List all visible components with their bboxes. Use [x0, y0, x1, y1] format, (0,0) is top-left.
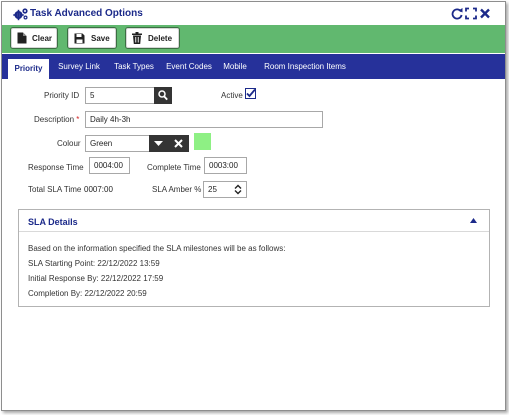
- task-advanced-options-dialog: Task Advanced Options Clear Save Delete …: [1, 1, 506, 411]
- colour-label: Colour: [57, 139, 81, 148]
- save-button[interactable]: Save: [67, 27, 117, 49]
- tab-event-codes[interactable]: Event Codes: [163, 54, 215, 79]
- delete-button[interactable]: Delete: [125, 27, 180, 49]
- description-input[interactable]: Daily 4h-3h: [85, 111, 323, 128]
- response-time-input[interactable]: 0004:00: [89, 157, 130, 174]
- gears-icon: [13, 8, 28, 21]
- toolbar: Clear Save Delete: [2, 25, 505, 53]
- clear-button[interactable]: Clear: [10, 27, 58, 49]
- description-label-text: Description: [34, 115, 75, 124]
- document-icon: [17, 32, 27, 44]
- expand-icon[interactable]: [465, 7, 477, 20]
- active-checkbox[interactable]: [245, 88, 256, 99]
- sla-completion: Completion By: 22/12/2022 20:59: [28, 289, 147, 298]
- total-sla-value: 0007:00: [84, 185, 113, 194]
- priority-id-input[interactable]: 5: [85, 87, 155, 104]
- search-icon: [158, 90, 168, 101]
- delete-button-label: Delete: [148, 34, 173, 43]
- trash-icon: [132, 32, 142, 44]
- refresh-icon[interactable]: [451, 7, 463, 20]
- complete-time-input[interactable]: 0003:00: [204, 157, 247, 174]
- sla-amber-spinner[interactable]: [234, 184, 242, 195]
- sla-amber-label: SLA Amber %: [152, 185, 202, 194]
- sla-starting-point: SLA Starting Point: 22/12/2022 13:59: [28, 259, 160, 268]
- title-bar: Task Advanced Options: [2, 2, 505, 26]
- colour-dropdown-button[interactable]: [149, 135, 168, 152]
- sla-details-title: SLA Details: [28, 217, 78, 227]
- sla-initial-response: Initial Response By: 22/12/2022 17:59: [28, 274, 164, 283]
- tab-task-types[interactable]: Task Types: [109, 54, 159, 79]
- save-button-label: Save: [91, 34, 110, 43]
- collapse-caret-icon[interactable]: [470, 218, 477, 223]
- total-sla-label: Total SLA Time: [28, 185, 82, 194]
- caret-down-icon: [154, 141, 163, 146]
- complete-time-label: Complete Time: [147, 163, 201, 172]
- colour-clear-button[interactable]: [168, 135, 189, 152]
- tab-priority[interactable]: Priority: [7, 58, 50, 79]
- clear-x-icon: [174, 139, 183, 148]
- close-icon[interactable]: [479, 7, 491, 20]
- description-label: Description *: [34, 115, 79, 124]
- tab-room-inspection-items[interactable]: Room Inspection Items: [260, 54, 350, 79]
- tab-bar: Priority Survey Link Task Types Event Co…: [2, 54, 505, 79]
- clear-button-label: Clear: [32, 34, 53, 43]
- tab-mobile[interactable]: Mobile: [220, 54, 250, 79]
- required-marker: *: [76, 115, 80, 124]
- priority-id-label: Priority ID: [44, 91, 80, 100]
- response-time-label: Response Time: [28, 163, 84, 172]
- floppy-disk-icon: [74, 33, 85, 44]
- colour-swatch: [194, 133, 211, 150]
- sla-details-header[interactable]: SLA Details: [19, 210, 489, 232]
- sla-intro-text: Based on the information specified the S…: [28, 244, 286, 253]
- active-label: Active: [221, 91, 243, 100]
- colour-select[interactable]: Green: [85, 135, 150, 152]
- tab-survey-link[interactable]: Survey Link: [54, 54, 104, 79]
- window-title: Task Advanced Options: [30, 8, 143, 19]
- priority-search-button[interactable]: [154, 87, 172, 104]
- sla-details-panel: SLA Details Based on the information spe…: [18, 209, 490, 307]
